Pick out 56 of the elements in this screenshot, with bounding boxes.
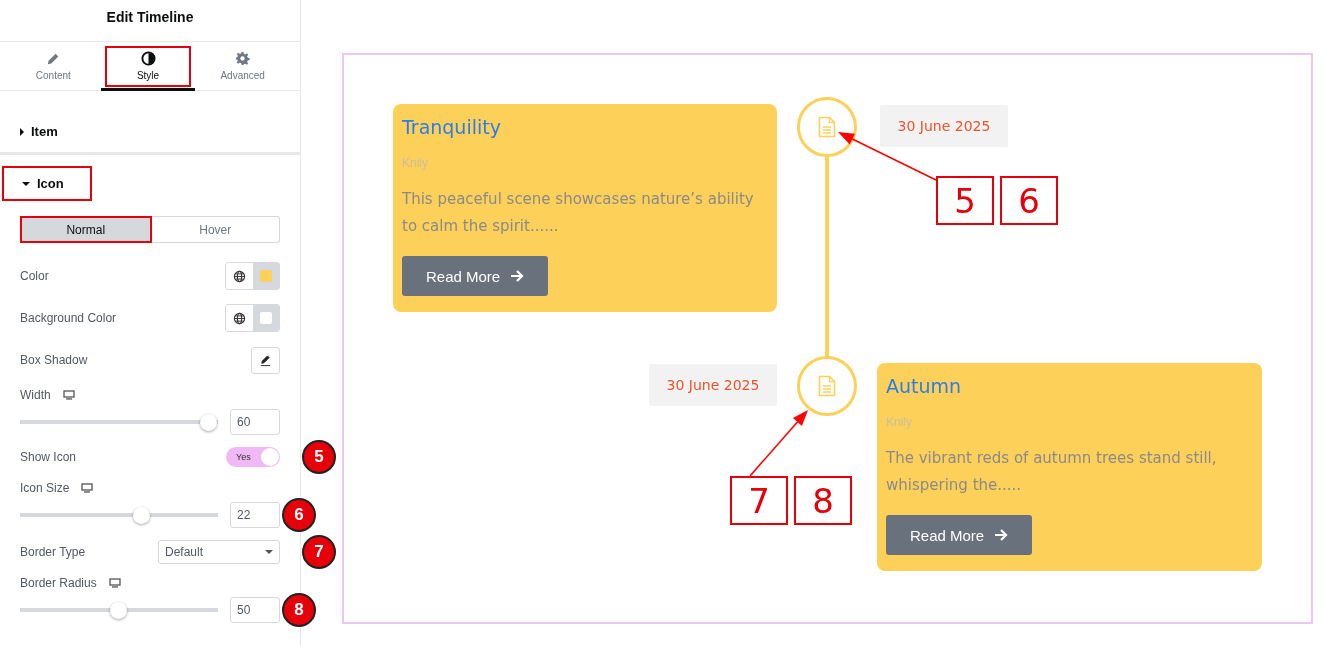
date-label: 30 June 2025 [880,105,1008,147]
control-label: Show Icon [20,450,77,464]
control-label: Background Color [20,311,117,325]
step-badge: 6 [282,498,316,532]
color-swatch[interactable] [260,312,272,324]
state-tab[interactable]: Normal [20,216,152,243]
color-swatch[interactable] [260,270,272,282]
edit-button[interactable] [251,346,280,374]
read-more-button[interactable]: Read More [402,256,549,296]
callout-number: 5 [936,176,994,225]
card-author: Knily [402,156,429,172]
monitor-icon[interactable] [108,578,121,588]
control-label: Border Type [20,545,86,559]
panel-tab[interactable]: Style [100,42,196,91]
date-label: 30 June 2025 [649,364,777,406]
control-label: Icon Size [20,481,70,495]
callout-number: 8 [794,476,852,525]
step-badge: 7 [302,535,336,569]
toggle-switch[interactable]: Yes [226,447,280,467]
slider-handle[interactable] [200,413,217,431]
border-type-dropdown[interactable]: Default [158,540,280,564]
section-header[interactable]: Icon [2,166,92,201]
document-icon [797,356,857,416]
callout-number: 7 [730,476,788,525]
control-label: Box Shadow [20,353,88,367]
read-more-button[interactable]: Read More [886,515,1033,555]
monitor-icon[interactable] [81,483,94,493]
contrast-icon [140,50,156,67]
number-field[interactable]: 22 [230,502,280,528]
card-title: Autumn [886,375,963,399]
card-description: The vibrant reds of autumn trees stand still, whispering the..... [886,448,1218,496]
control-label: Width [20,388,51,402]
panel-tab[interactable]: Content [6,42,101,91]
number-field[interactable]: 60 [230,409,280,435]
arrow-icon [994,528,1009,542]
step-badge: 8 [282,593,316,627]
number-field[interactable]: 50 [230,597,280,623]
callout-number: 6 [1000,176,1058,225]
slider-handle[interactable] [110,601,127,619]
card-title: Tranquility [402,116,502,140]
step-badge: 5 [302,440,336,474]
gear-icon [235,50,251,67]
pencil-icon [259,353,272,367]
control-label: Color [20,269,49,283]
document-icon [797,97,857,157]
panel-tab[interactable]: Advanced [195,42,290,91]
arrow-icon [510,269,525,283]
state-tab[interactable]: Hover [151,216,280,243]
card-description: This peaceful scene showcases nature’s ability to calm the spirit...... [402,189,755,237]
section-header[interactable]: Item [0,116,70,147]
card-author: Knily [886,415,913,431]
monitor-icon[interactable] [62,390,75,400]
slider-handle[interactable] [133,506,151,524]
panel-title: Edit Timeline [0,0,300,42]
control-label: Border Radius [20,576,97,590]
callout-arrow [749,410,808,477]
